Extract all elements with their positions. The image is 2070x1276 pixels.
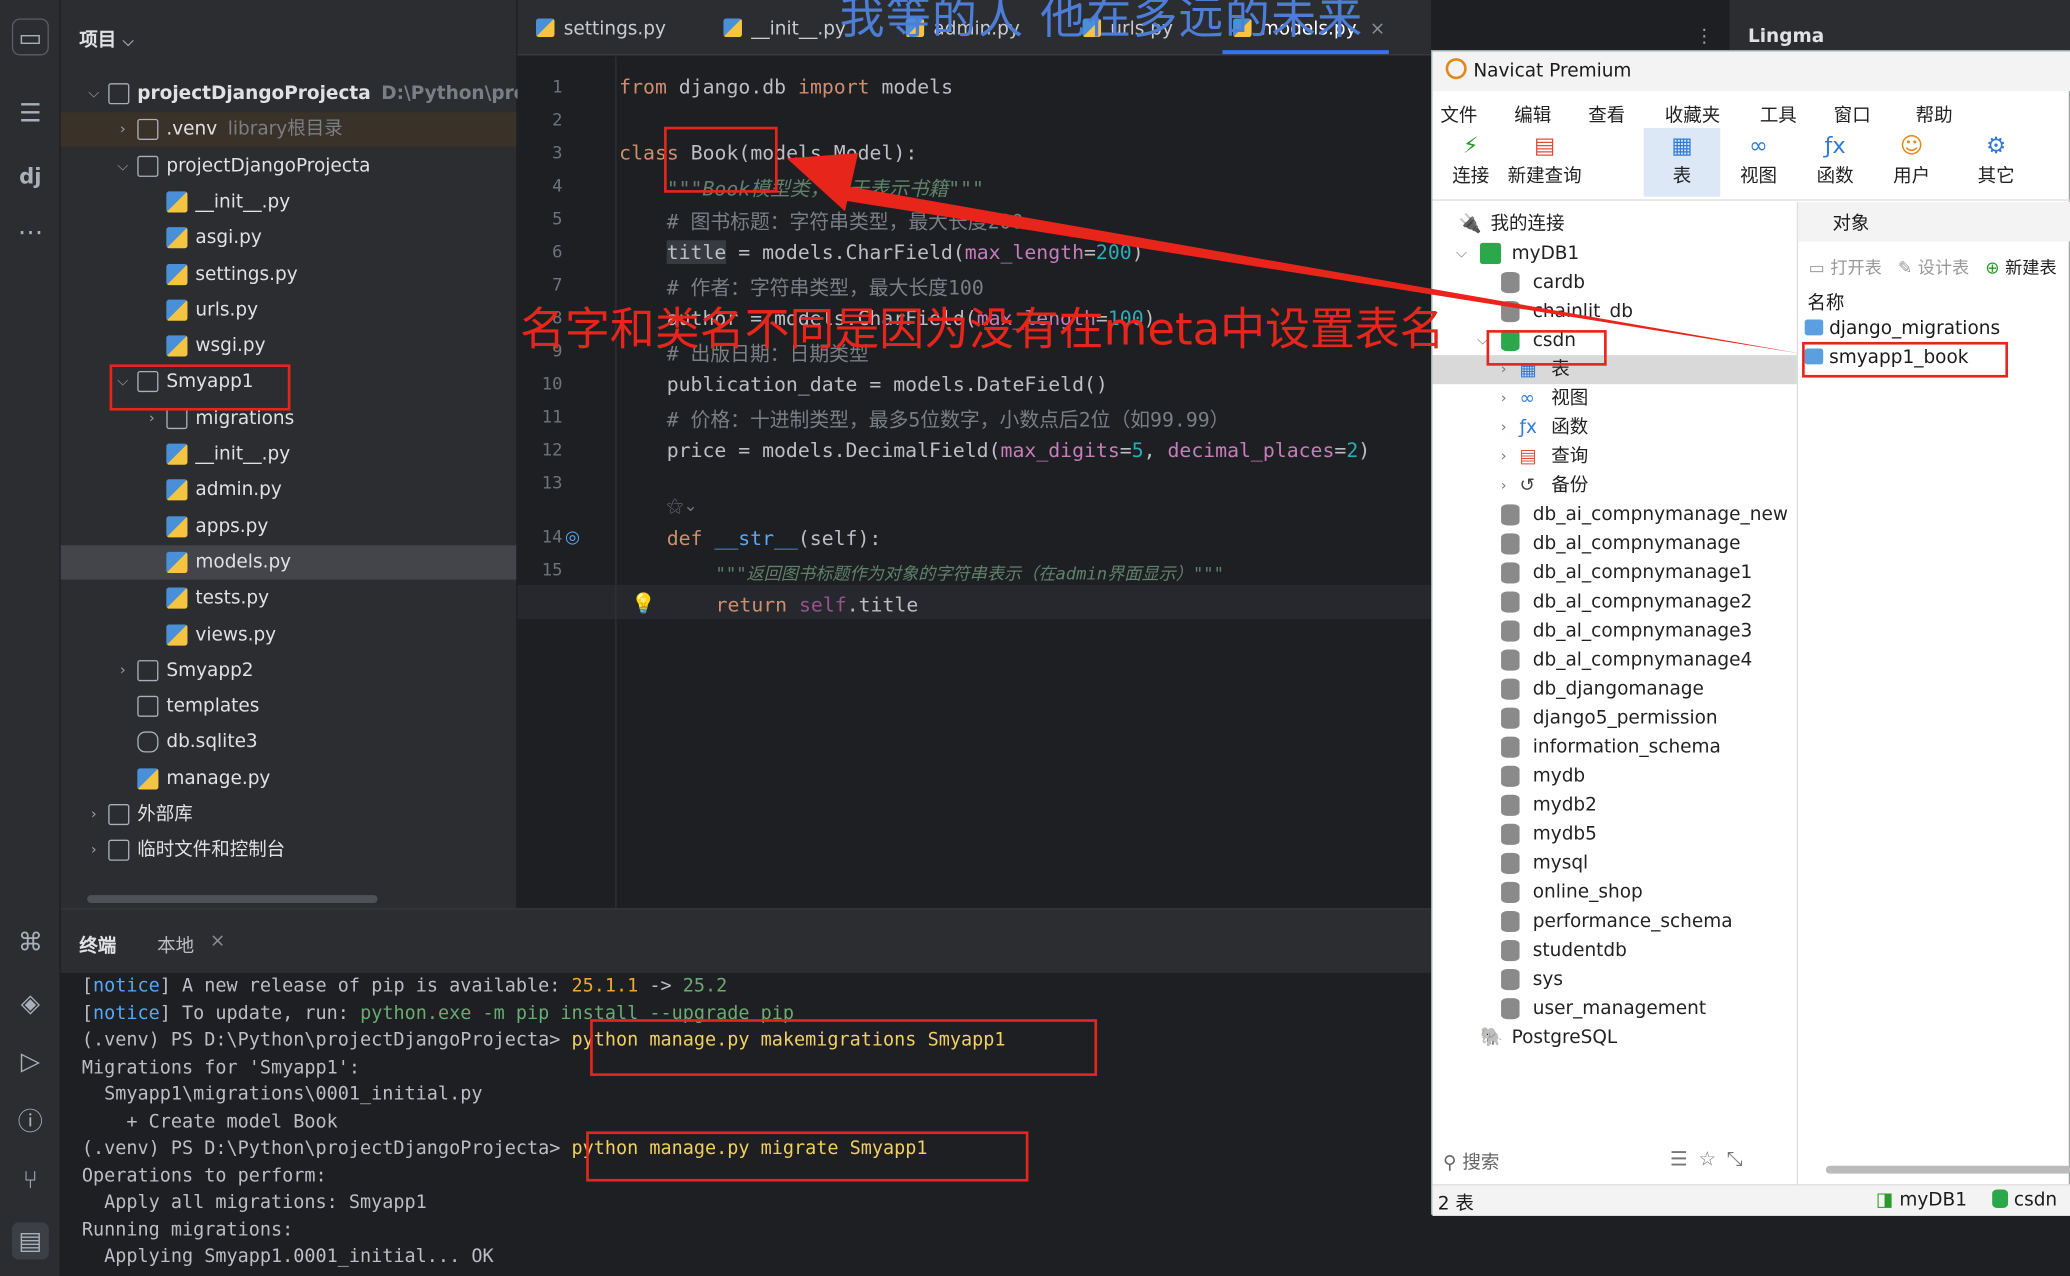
arrow-head — [786, 153, 859, 212]
annotation-arrow — [786, 153, 1803, 354]
arrow-shaft — [837, 184, 1803, 354]
